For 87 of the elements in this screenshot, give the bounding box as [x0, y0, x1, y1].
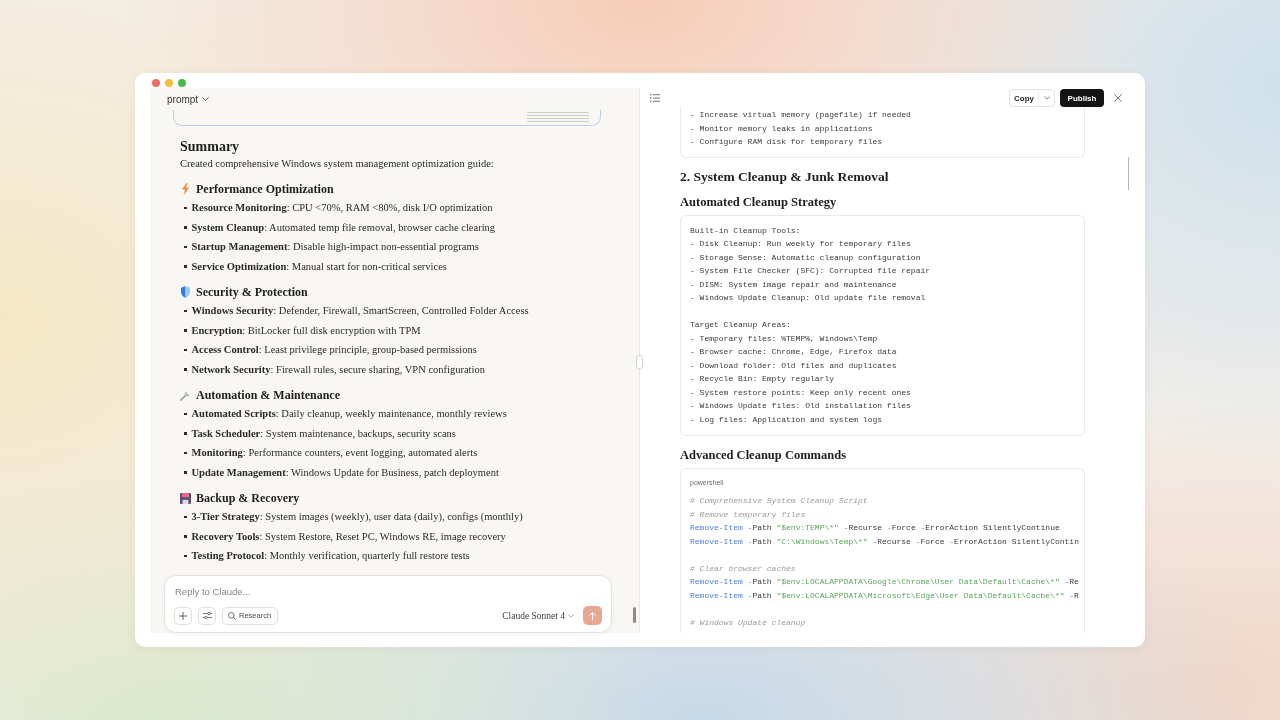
list-item: Windows Security: Defender, Firewall, SmartScreen, Controlled Folder Access — [191, 304, 529, 318]
prompt-dropdown[interactable]: prompt — [167, 93, 210, 105]
list-item: Startup Management: Disable high-impact non-essential programs — [191, 240, 479, 254]
code-line: - System restore points: Keep only recent ones — [690, 386, 912, 399]
code-line: Built-in Cleanup Tools: — [690, 224, 802, 237]
scrollbar-thumb[interactable] — [1127, 157, 1129, 190]
code-line: Target Cleanup Areas: — [690, 319, 792, 331]
list-item: Encryption: BitLocker full disk encryption with TPM — [191, 323, 421, 337]
summary-heading: Summary — [180, 139, 241, 155]
list-item: Monitoring: Performance counters, event logging, automated alerts — [191, 446, 478, 460]
bullet-icon — [184, 368, 187, 371]
code-line: - Disk Cleanup: Run weekly for temporary files — [690, 238, 912, 250]
list-item: Network Security: Firewall rules, secure sharing, VPN configuration — [191, 362, 485, 376]
section-heading: Automation & Maintenance — [196, 387, 340, 403]
code-line: - Download folder: Old files and duplicates — [690, 359, 898, 372]
bullet-icon — [184, 515, 187, 518]
bullet-icon — [184, 265, 187, 268]
add-button[interactable] — [174, 606, 192, 625]
summary-text: Created comprehensive Windows system management optimization guide: — [180, 157, 495, 171]
list-item: 3-Tier Strategy: System images (weekly), user data (daily), configs (monthly) — [191, 510, 523, 524]
tools-button[interactable] — [198, 606, 216, 625]
section-heading: Backup & Recovery — [196, 490, 300, 506]
bullet-icon — [184, 535, 187, 538]
bullet-icon — [184, 245, 187, 248]
code-line: # Clear browser caches — [690, 562, 797, 575]
chevron-down-icon — [568, 613, 574, 618]
code-line: - Temporary files: %TEMP%, Windows\Temp — [690, 332, 879, 345]
scrollbar-thumb[interactable] — [633, 607, 636, 623]
list-item: System Cleanup: Automated temp file removal, browser cache clearing — [191, 220, 496, 234]
lightning-icon — [182, 183, 189, 195]
bullet-icon — [184, 348, 187, 351]
list-item: Testing Protocol: Monthly verification, quarterly full restore tests — [191, 549, 470, 563]
code-line: # Windows Update cleanup — [690, 616, 807, 629]
window-maximize-icon[interactable] — [178, 79, 186, 87]
arrow-up-icon — [589, 611, 596, 620]
bullet-icon — [184, 329, 187, 332]
code-line: - Monitor memory leaks in applications — [690, 122, 874, 135]
shield-icon — [181, 286, 190, 298]
bullet-icon — [184, 206, 187, 209]
bullet-icon — [184, 471, 187, 474]
bullet-icon — [184, 432, 187, 435]
code-line: - Increase virtual memory (pagefile) if needed — [690, 109, 912, 121]
wrench-icon — [180, 389, 191, 401]
code-line: # Comprehensive System Cleanup Script — [690, 495, 869, 507]
close-icon[interactable] — [1114, 94, 1122, 102]
list-item: Resource Monitoring: CPU <70%, RAM <80%, disk I/O optimization — [191, 201, 493, 215]
code-line: # Remove temporary files — [690, 508, 807, 521]
window-minimize-icon[interactable] — [165, 79, 173, 87]
code-line: - Configure RAM disk for temporary files — [690, 136, 884, 148]
subsection-heading: Advanced Cleanup Commands — [680, 447, 846, 463]
code-line: Remove-Item -Path "$env:TEMP\*" -Recurse -Force -ErrorAction SilentlyContinue — [690, 522, 1061, 534]
code-line: - Windows Update Cleanup: Old update file removal — [690, 292, 927, 304]
list-item: Automated Scripts: Daily cleanup, weekly maintenance, monthly reviews — [191, 407, 507, 421]
list-icon[interactable] — [650, 94, 660, 102]
publish-button[interactable]: Publish — [1060, 89, 1104, 107]
copy-options-button[interactable] — [1039, 89, 1055, 107]
section-heading: 2. System Cleanup & Junk Removal — [680, 167, 889, 186]
code-line: - Windows Update files: Old installation files — [690, 400, 912, 412]
sliders-icon — [202, 612, 212, 619]
search-icon — [228, 611, 236, 620]
copy-button[interactable]: Copy — [1009, 89, 1039, 107]
section-heading: Performance Optimization — [196, 181, 334, 197]
list-item: Access Control: Least privilege principle, group-based permissions — [191, 343, 477, 357]
bullet-icon — [184, 412, 187, 415]
list-item: Recovery Tools: System Restore, Reset PC, Windows RE, image recovery — [191, 529, 506, 543]
bullet-icon — [184, 226, 187, 229]
bullet-icon — [184, 554, 187, 557]
bullet-icon — [184, 451, 187, 454]
bullet-icon — [184, 309, 187, 312]
code-line: - Browser cache: Chrome, Edge, Firefox data — [690, 346, 898, 358]
model-selector[interactable]: Claude Sonnet 4 — [502, 610, 574, 621]
list-item: Service Optimization: Manual start for non-critical services — [191, 259, 447, 273]
code-line: - Storage Sense: Automatic cleanup configuration — [690, 251, 922, 264]
artifact-card[interactable] — [173, 110, 601, 126]
list-item: Update Management: Windows Update for Business, patch deployment — [191, 465, 499, 479]
window-close-icon[interactable] — [152, 79, 160, 87]
reply-field[interactable]: Reply to Claude... — [174, 584, 375, 598]
code-line: - Recycle Bin: Empty regularly — [690, 373, 836, 385]
list-item: Task Scheduler: System maintenance, backups, security scans — [191, 426, 456, 440]
code-line: - System File Checker (SFC): Corrupted file repair — [690, 265, 932, 277]
subsection-heading: Automated Cleanup Strategy — [680, 193, 837, 210]
code-line: - Log files: Application and system logs — [690, 413, 884, 426]
chevron-down-icon — [202, 97, 210, 101]
chevron-down-icon — [1043, 96, 1050, 100]
plus-icon — [179, 611, 187, 620]
code-line: - DISM: System image repair and maintenance — [690, 278, 898, 291]
section-heading: Security & Protection — [196, 284, 308, 300]
